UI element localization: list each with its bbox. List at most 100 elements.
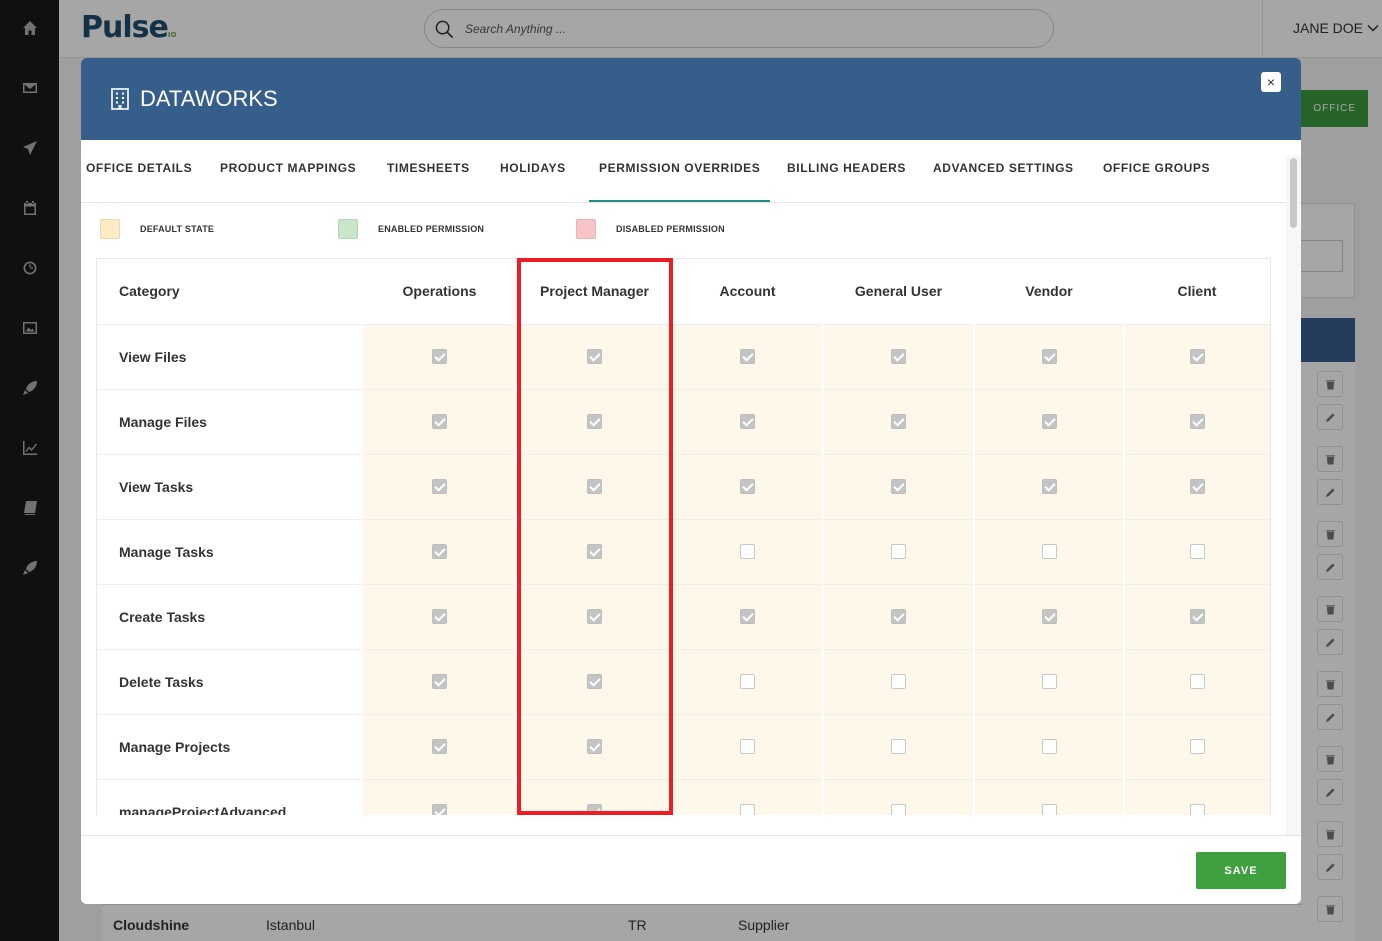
permission-cell <box>361 389 517 455</box>
column-header-vendor: Vendor <box>974 259 1124 325</box>
permission-checkbox[interactable] <box>1041 803 1057 815</box>
category-label: Create Tasks <box>97 584 362 650</box>
modal-scrollbar[interactable] <box>1286 155 1301 835</box>
permission-checkbox[interactable] <box>587 803 602 815</box>
permission-checkbox[interactable] <box>740 673 755 689</box>
permission-checkbox[interactable] <box>587 738 602 754</box>
permission-checkbox[interactable] <box>432 608 447 624</box>
table-row: manageProjectAdvanced <box>97 779 1270 815</box>
permission-cell <box>516 779 672 815</box>
permission-checkbox[interactable] <box>432 803 447 815</box>
table-row: Manage Files <box>97 389 1270 455</box>
permission-cell <box>671 649 823 715</box>
permission-checkbox[interactable] <box>891 738 906 754</box>
permission-checkbox[interactable] <box>1041 608 1057 624</box>
permission-cell <box>822 519 974 585</box>
permission-checkbox[interactable] <box>587 608 602 624</box>
table-row: Delete Tasks <box>97 649 1270 715</box>
permission-checkbox[interactable] <box>740 348 755 364</box>
permission-checkbox[interactable] <box>740 803 755 815</box>
category-label: manageProjectAdvanced <box>97 779 362 815</box>
permission-cell <box>671 324 823 390</box>
permission-checkbox[interactable] <box>587 348 602 364</box>
save-button[interactable]: SAVE <box>1196 852 1286 889</box>
permission-checkbox[interactable] <box>1190 738 1205 754</box>
permission-checkbox[interactable] <box>1041 673 1057 689</box>
permission-cell <box>1123 714 1270 780</box>
permission-checkbox[interactable] <box>891 348 906 364</box>
permission-cell <box>1123 649 1270 715</box>
permission-checkbox[interactable] <box>740 478 755 494</box>
tab-permission-overrides[interactable]: PERMISSION OVERRIDES <box>589 140 771 202</box>
permission-checkbox[interactable] <box>891 608 906 624</box>
permission-checkbox[interactable] <box>1190 543 1205 559</box>
permission-cell <box>1123 584 1270 650</box>
permission-cell <box>361 584 517 650</box>
permission-cell <box>516 324 672 390</box>
permission-checkbox[interactable] <box>587 413 602 429</box>
permission-checkbox[interactable] <box>432 413 447 429</box>
tab-billing-headers[interactable]: BILLING HEADERS <box>787 140 906 202</box>
permission-checkbox[interactable] <box>1041 738 1057 754</box>
permission-checkbox[interactable] <box>1190 478 1205 494</box>
permission-checkbox[interactable] <box>432 543 447 559</box>
tab-advanced-settings[interactable]: ADVANCED SETTINGS <box>933 140 1074 202</box>
permission-checkbox[interactable] <box>587 478 602 494</box>
permission-checkbox[interactable] <box>740 738 755 754</box>
close-button[interactable]: × <box>1261 72 1281 92</box>
permission-cell <box>1123 779 1270 815</box>
permission-cell <box>671 519 823 585</box>
permission-cell <box>516 649 672 715</box>
permission-checkbox[interactable] <box>891 543 906 559</box>
permission-checkbox[interactable] <box>891 478 906 494</box>
permission-checkbox[interactable] <box>740 543 755 559</box>
permission-cell <box>822 779 974 815</box>
permission-checkbox[interactable] <box>1190 348 1205 364</box>
building-icon <box>111 88 129 110</box>
permission-checkbox[interactable] <box>891 413 906 429</box>
permission-checkbox[interactable] <box>432 478 447 494</box>
legend-enabled-permission: ENABLED PERMISSION <box>338 219 484 239</box>
permission-checkbox[interactable] <box>740 608 755 624</box>
tab-office-details[interactable]: OFFICE DETAILS <box>86 140 192 202</box>
permission-cell <box>973 324 1124 390</box>
permission-cell <box>671 779 823 815</box>
permission-checkbox[interactable] <box>432 348 447 364</box>
tab-product-mappings[interactable]: PRODUCT MAPPINGS <box>220 140 356 202</box>
permission-checkbox[interactable] <box>891 803 906 815</box>
permission-cell <box>361 714 517 780</box>
category-label: Delete Tasks <box>97 649 362 715</box>
permission-cell <box>822 714 974 780</box>
legend-label: ENABLED PERMISSION <box>378 224 485 234</box>
category-label: Manage Projects <box>97 714 362 780</box>
permission-cell <box>516 519 672 585</box>
permission-checkbox[interactable] <box>587 673 602 689</box>
column-header-project-manager: Project Manager <box>517 259 672 325</box>
permission-checkbox[interactable] <box>587 543 602 559</box>
permission-cell <box>973 389 1124 455</box>
permission-cell <box>671 584 823 650</box>
permission-checkbox[interactable] <box>1041 348 1057 364</box>
permission-checkbox[interactable] <box>1190 803 1205 815</box>
permission-checkbox[interactable] <box>1041 413 1057 429</box>
permission-checkbox[interactable] <box>891 673 906 689</box>
permission-cell <box>671 389 823 455</box>
permission-cell <box>822 584 974 650</box>
permission-checkbox[interactable] <box>432 673 447 689</box>
scrollbar-thumb[interactable] <box>1290 158 1297 228</box>
permission-cell <box>361 649 517 715</box>
category-label: View Files <box>97 324 362 390</box>
permission-checkbox[interactable] <box>1041 543 1057 559</box>
permission-checkbox[interactable] <box>432 738 447 754</box>
permission-checkbox[interactable] <box>1041 478 1057 494</box>
permission-cell <box>361 324 517 390</box>
permission-checkbox[interactable] <box>1190 608 1205 624</box>
permission-checkbox[interactable] <box>1190 413 1205 429</box>
permission-checkbox[interactable] <box>1190 673 1205 689</box>
tab-holidays[interactable]: HOLIDAYS <box>500 140 566 202</box>
legend-swatch <box>576 219 596 239</box>
tab-office-groups[interactable]: OFFICE GROUPS <box>1103 140 1210 202</box>
office-modal: DATAWORKS × OFFICE DETAILS PRODUCT MAPPI… <box>81 58 1301 904</box>
tab-timesheets[interactable]: TIMESHEETS <box>387 140 470 202</box>
permission-checkbox[interactable] <box>740 413 755 429</box>
